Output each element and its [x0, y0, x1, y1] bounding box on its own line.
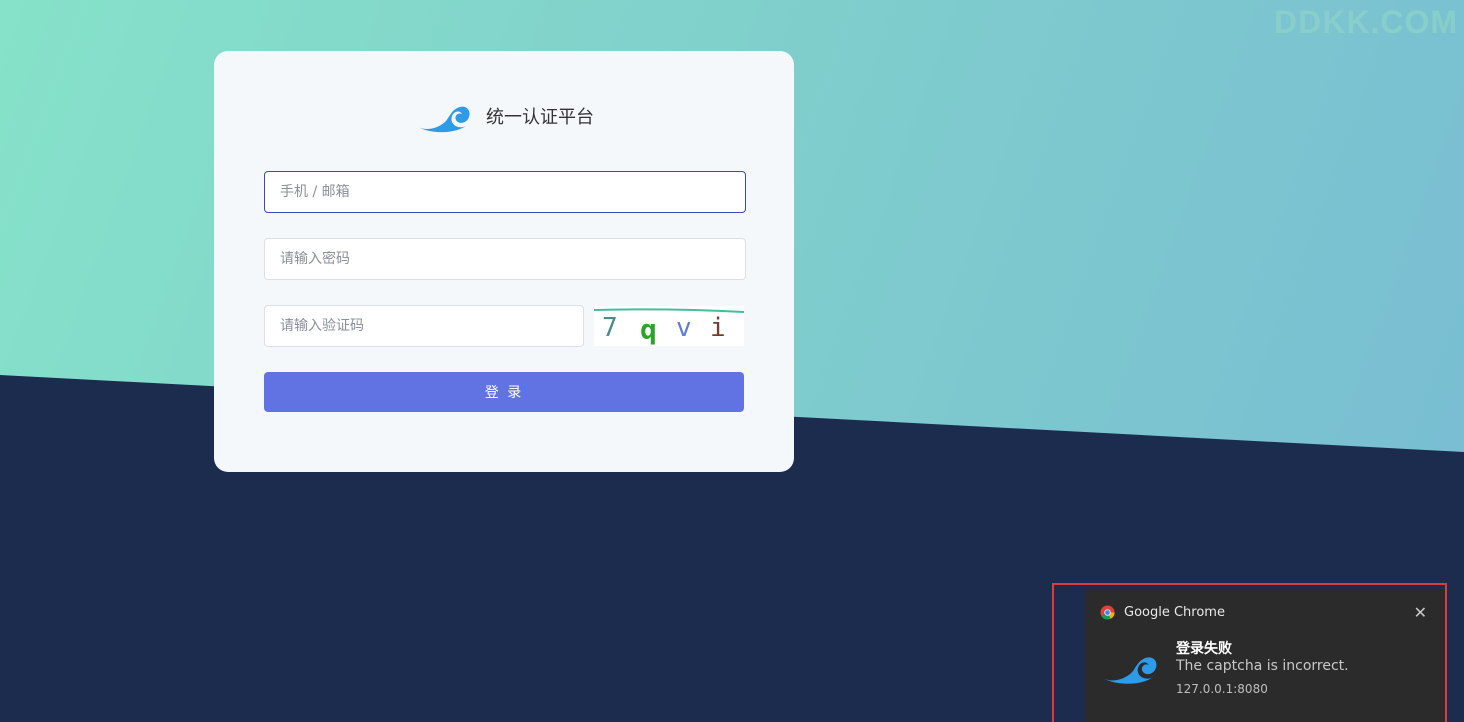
page-title: 统一认证平台 — [486, 107, 594, 128]
captcha-char: v — [676, 313, 692, 343]
captcha-char: 7 — [602, 313, 618, 343]
login-card: 统一认证平台 7 q v i 登 录 — [214, 51, 794, 472]
captcha-graphic: 7 q v i — [594, 308, 744, 346]
captcha-char: q — [640, 313, 657, 346]
notification-app: Google Chrome — [1100, 605, 1225, 620]
watermark: DDKK.COM — [1274, 4, 1458, 40]
notification-source: 127.0.0.1:8080 — [1176, 682, 1268, 696]
chrome-notification[interactable]: Google Chrome ✕ 登录失败 The captcha is inco… — [1085, 589, 1445, 722]
captcha-field[interactable] — [264, 305, 584, 347]
chrome-icon — [1100, 605, 1115, 620]
notification-app-name: Google Chrome — [1124, 605, 1225, 620]
account-field[interactable] — [264, 171, 746, 213]
password-field[interactable] — [264, 238, 746, 280]
brand: 统一认证平台 — [416, 99, 594, 133]
captcha-image[interactable]: 7 q v i — [594, 306, 744, 346]
password-input[interactable] — [280, 251, 730, 267]
captcha-input[interactable] — [280, 318, 568, 334]
account-input[interactable] — [280, 184, 730, 200]
captcha-char: i — [710, 313, 726, 343]
notification-title: 登录失败 — [1176, 641, 1232, 657]
wave-logo-icon — [1103, 657, 1157, 684]
notification-message: The captcha is incorrect. — [1176, 658, 1349, 674]
close-icon[interactable]: ✕ — [1414, 603, 1427, 622]
login-button[interactable]: 登 录 — [264, 372, 744, 412]
wave-logo-icon — [418, 106, 470, 133]
